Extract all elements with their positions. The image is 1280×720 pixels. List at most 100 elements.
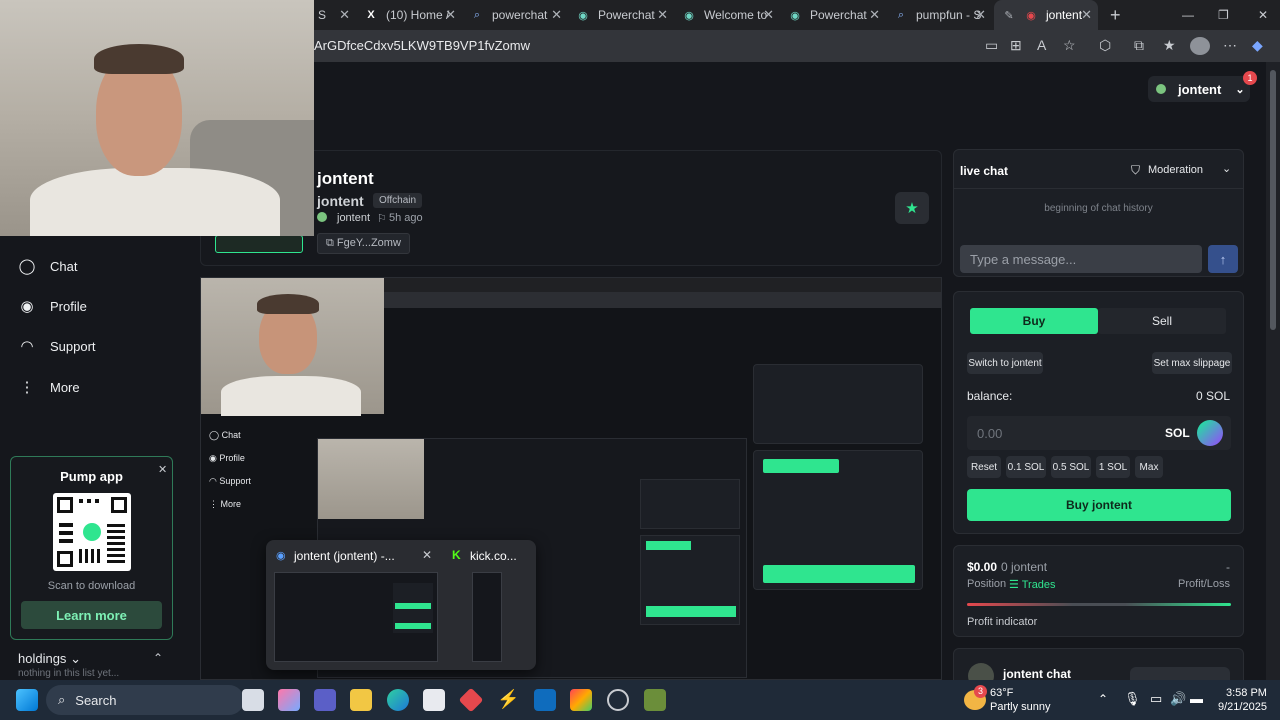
quick-amount-0-5[interactable]: 0.5 SOL [1051,456,1091,478]
pump-app-card: ✕ Pump app Scan to download Learn more [10,456,173,640]
more-options-icon[interactable]: ⋯ [1223,37,1237,54]
switch-token-button[interactable]: Switch to jontent [967,352,1043,374]
buy-tab[interactable]: Buy [970,308,1098,334]
copilot-icon[interactable] [278,689,300,711]
quick-amount-0-1[interactable]: 0.1 SOL [1006,456,1046,478]
creator-name[interactable]: jontent [337,212,370,224]
tab-label: Powerchat [810,8,867,22]
extensions-icon[interactable]: ⬡ [1099,37,1111,54]
sidebar-item-chat[interactable]: ◯ Chat [18,257,78,275]
collapse-icon[interactable]: ⌃ [153,651,163,665]
favorites-icon[interactable]: ★ [1163,37,1176,54]
browser-tab[interactable]: ⌕ powerchat ✕ [462,0,568,30]
weather-desc[interactable]: Partly sunny [990,701,1051,713]
app-icon[interactable] [458,687,484,713]
browser-tab[interactable]: X (10) Home / ✕ [356,0,462,30]
app-grid-icon[interactable]: ⊞ [1010,37,1022,54]
amount-input[interactable]: 0.00 SOL [967,416,1231,450]
close-tab-icon[interactable]: ✕ [869,7,880,23]
store-icon[interactable] [423,689,445,711]
divider [954,188,1243,189]
quick-amount-max[interactable]: Max [1135,456,1163,478]
minimize-button[interactable]: — [1174,0,1194,30]
close-tab-icon[interactable]: ✕ [657,7,668,23]
obs-icon[interactable] [607,689,629,711]
close-tab-icon[interactable]: ✕ [763,7,774,23]
windows-start-icon[interactable] [16,689,38,711]
sidebar-item-profile[interactable]: ◉ Profile [18,297,86,315]
split-screen-icon[interactable]: ⧉ [1134,37,1144,54]
chat-title: live chat [960,164,1009,178]
powerchat-icon: ◉ [790,9,800,22]
clock-date[interactable]: 9/21/2025 [1218,701,1267,713]
browser-tab-active[interactable]: ✎ ◉ jontent ✕ [994,0,1098,30]
new-tab-button[interactable]: + [1102,0,1126,30]
close-tab-icon[interactable]: ✕ [1081,7,1092,23]
outlook-icon[interactable] [534,689,556,711]
chevron-up-icon[interactable]: ⌃ [1098,692,1108,706]
read-aloud-icon[interactable]: A [1037,37,1046,53]
holdings-dropdown[interactable]: holdings ⌄ [18,651,81,667]
microphone-icon[interactable]: 🎙 [1124,691,1141,707]
chevron-down-icon[interactable]: ⌄ [1222,162,1231,175]
close-tab-icon[interactable]: ✕ [551,7,562,23]
preview-thumbnail-kick[interactable] [472,572,502,662]
trades-link[interactable]: ☰ Trades [1009,578,1056,591]
windows-taskbar: ⌕ Search ⚡ 3 63°F Partly sunny ⌃ 🎙 ▭ 🔊 ▬ … [0,680,1280,720]
favorite-star-button[interactable]: ★ [895,192,929,224]
quick-amount-reset[interactable]: Reset [967,456,1001,478]
qr-code [53,493,131,571]
preview-second-title[interactable]: kick.co... [470,549,517,563]
contract-address-button[interactable]: ⧉ FgeY...Zomw [317,233,410,254]
close-tab-icon[interactable]: ✕ [339,7,350,23]
nested-chat-panel [753,364,923,444]
account-menu-button[interactable]: jontent ⌄ [1148,76,1250,102]
network-icon[interactable]: ▭ [1150,691,1162,707]
preview-title[interactable]: jontent (jontent) -... [294,549,395,563]
browser-tab[interactable]: ◉ Powerchat ✕ [780,0,886,30]
volume-icon[interactable]: 🔊 [1170,691,1186,707]
edge-icon[interactable] [387,689,409,711]
close-window-button[interactable]: ✕ [1250,0,1270,30]
quick-amount-1[interactable]: 1 SOL [1096,456,1130,478]
send-message-button[interactable]: ↑ [1208,245,1238,273]
profit-indicator-label: Profit indicator [967,616,1038,628]
moderation-label[interactable]: Moderation [1148,164,1203,176]
browser-tab[interactable]: ◉ Welcome to ✕ [674,0,780,30]
favorite-star-icon[interactable]: ☆ [1063,37,1076,54]
battery-icon[interactable]: ▬ [1190,691,1203,706]
file-explorer-icon[interactable] [350,689,372,711]
learn-more-button[interactable]: Learn more [21,601,162,629]
notification-badge: 1 [1243,71,1257,85]
page-scrollbar[interactable] [1266,62,1280,680]
sell-tab[interactable]: Sell [1098,308,1226,334]
close-icon[interactable]: ✕ [422,548,432,562]
clock-time[interactable]: 3:58 PM [1226,687,1267,699]
sidebar-item-support[interactable]: ◠ Support [18,337,96,355]
balance-label: balance: [967,389,1013,403]
camera-icon[interactable]: ▭ [985,37,998,54]
browser-tab[interactable]: ◉ Powerchat ✕ [568,0,674,30]
profit-indicator-bar [967,603,1231,606]
set-max-slippage-button[interactable]: Set max slippage [1152,352,1232,374]
sidebar-item-label: Support [50,338,96,354]
maximize-button[interactable]: ❐ [1210,0,1230,30]
sidebar-item-more[interactable]: ⋮ More [18,378,80,396]
lightning-icon[interactable]: ⚡ [497,689,519,711]
url-field[interactable]: ArGDfceCdxv5LKW9TB9VP1fvZomw [314,38,530,53]
weather-temp[interactable]: 63°F [990,687,1013,699]
minecraft-icon[interactable] [644,689,666,711]
close-tab-icon[interactable]: ✕ [445,7,456,23]
teams-icon[interactable] [314,689,336,711]
chat-message-input[interactable]: Type a message... [960,245,1202,273]
profile-avatar-icon[interactable] [1190,37,1210,55]
close-tab-icon[interactable]: ✕ [975,7,986,23]
taskbar-search[interactable]: ⌕ Search [46,685,244,715]
task-view-icon[interactable] [242,689,264,711]
m365-icon[interactable] [570,689,592,711]
copilot-icon[interactable]: ◆ [1252,37,1263,54]
browser-tab[interactable]: ⌕ pumpfun - S ✕ [886,0,992,30]
preview-thumbnail[interactable] [274,572,438,662]
buy-token-button[interactable]: Buy jontent [967,489,1231,521]
scrollbar-thumb[interactable] [1270,70,1276,330]
